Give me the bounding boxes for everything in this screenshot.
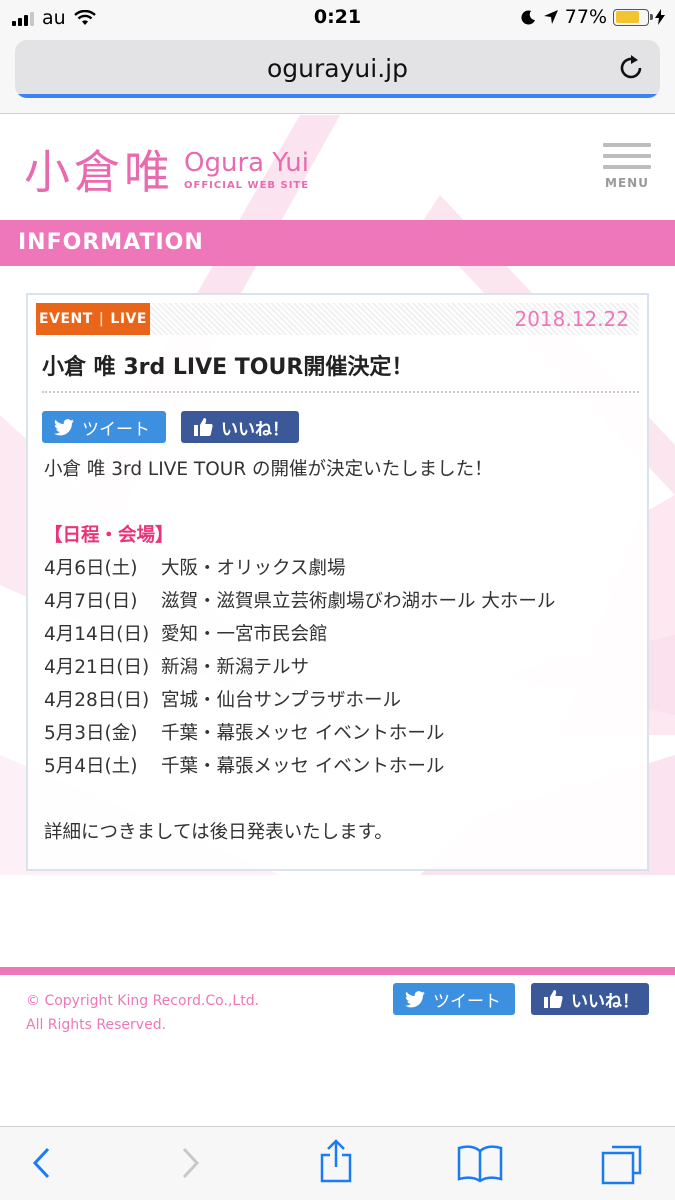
schedule-row: 5月3日(金) 千葉・幕張メッセ イベントホール	[44, 723, 445, 744]
footer-like-button[interactable]: いいね！	[531, 983, 649, 1015]
back-icon[interactable]	[28, 1145, 56, 1181]
browser-address-area: ogurayui.jp	[0, 36, 675, 114]
tweet-label: ツイート	[82, 419, 150, 440]
article-title: 小倉 唯 3rd LIVE TOUR開催決定！	[42, 355, 414, 380]
web-page: 小倉唯 Ogura Yui OFFICIAL WEB SITE MENU INF…	[0, 115, 675, 1126]
logo-kanji: 小倉唯	[24, 145, 174, 199]
moon-icon	[521, 10, 535, 25]
footer-like-label: いいね！	[571, 991, 639, 1012]
status-bar: au 0:21 77%	[0, 0, 675, 36]
twitter-bird-icon	[405, 990, 425, 1007]
section-title: INFORMATION	[18, 230, 204, 255]
article-date: 2018.12.22	[514, 307, 629, 331]
footer-divider	[0, 967, 675, 975]
intro-text: 小倉 唯 3rd LIVE TOUR の開催が決定いたしました！	[44, 459, 493, 480]
like-button[interactable]: いいね！	[181, 411, 299, 443]
badge-event: EVENT	[39, 311, 93, 327]
address-bar[interactable]: ogurayui.jp	[15, 40, 660, 98]
tabs-icon[interactable]	[600, 1141, 644, 1185]
dotted-divider	[42, 391, 639, 393]
browser-toolbar	[0, 1126, 675, 1200]
thumbs-up-icon	[194, 418, 213, 436]
section-header: INFORMATION	[0, 220, 675, 266]
like-label: いいね！	[221, 419, 289, 440]
site-logo[interactable]: 小倉唯 Ogura Yui OFFICIAL WEB SITE	[24, 149, 309, 195]
badge-live: LIVE	[110, 311, 147, 327]
menu-label: MENU	[605, 176, 649, 190]
charging-bolt-icon	[655, 9, 665, 25]
copyright-line-2: All Rights Reserved.	[26, 1017, 167, 1033]
schedule-row: 5月4日(土) 千葉・幕張メッセ イベントホール	[44, 756, 445, 777]
logo-name: Ogura Yui	[184, 148, 309, 178]
battery-icon	[613, 8, 653, 26]
location-arrow-icon	[543, 10, 558, 24]
badge-separator: |	[98, 311, 105, 327]
thumbs-up-icon	[544, 990, 563, 1008]
forward-icon[interactable]	[176, 1145, 204, 1181]
schedule-heading: 【日程・会場】	[44, 525, 174, 546]
article-header: EVENT | LIVE 2018.12.22	[36, 303, 639, 335]
battery-percent: 77%	[564, 6, 607, 28]
copyright: © Copyright King Record.Co.,Ltd. All Rig…	[26, 989, 259, 1037]
article-body: 小倉 唯 3rd LIVE TOUR の開催が決定いたしました！ 【日程・会場】…	[44, 455, 555, 851]
reload-icon[interactable]	[616, 53, 646, 83]
category-badge: EVENT | LIVE	[36, 303, 150, 335]
url-text[interactable]: ogurayui.jp	[15, 54, 660, 83]
menu-button[interactable]: MENU	[603, 143, 651, 190]
logo-subtitle: OFFICIAL WEB SITE	[184, 180, 310, 191]
closing-text: 詳細につきましては後日発表いたします。	[44, 822, 393, 843]
footer-tweet-label: ツイート	[433, 991, 501, 1012]
load-progress-bar	[15, 94, 660, 98]
news-article: EVENT | LIVE 2018.12.22 小倉 唯 3rd LIVE TO…	[26, 293, 649, 871]
twitter-bird-icon	[54, 418, 74, 435]
footer-tweet-button[interactable]: ツイート	[393, 983, 515, 1015]
schedule-row: 4月7日(日) 滋賀・滋賀県立芸術劇場びわ湖ホール 大ホール	[44, 591, 556, 612]
tweet-button[interactable]: ツイート	[42, 411, 166, 443]
schedule-row: 4月14日(日) 愛知・一宮市民会館	[44, 624, 328, 645]
copyright-line-1: © Copyright King Record.Co.,Ltd.	[26, 993, 260, 1009]
schedule-row: 4月21日(日) 新潟・新潟テルサ	[44, 657, 310, 678]
schedule-row: 4月28日(日) 宮城・仙台サンプラザホール	[44, 690, 401, 711]
hamburger-icon	[603, 143, 651, 147]
bookmarks-icon[interactable]	[456, 1143, 504, 1183]
schedule-row: 4月6日(土) 大阪・オリックス劇場	[44, 558, 346, 579]
share-icon[interactable]	[318, 1139, 354, 1183]
